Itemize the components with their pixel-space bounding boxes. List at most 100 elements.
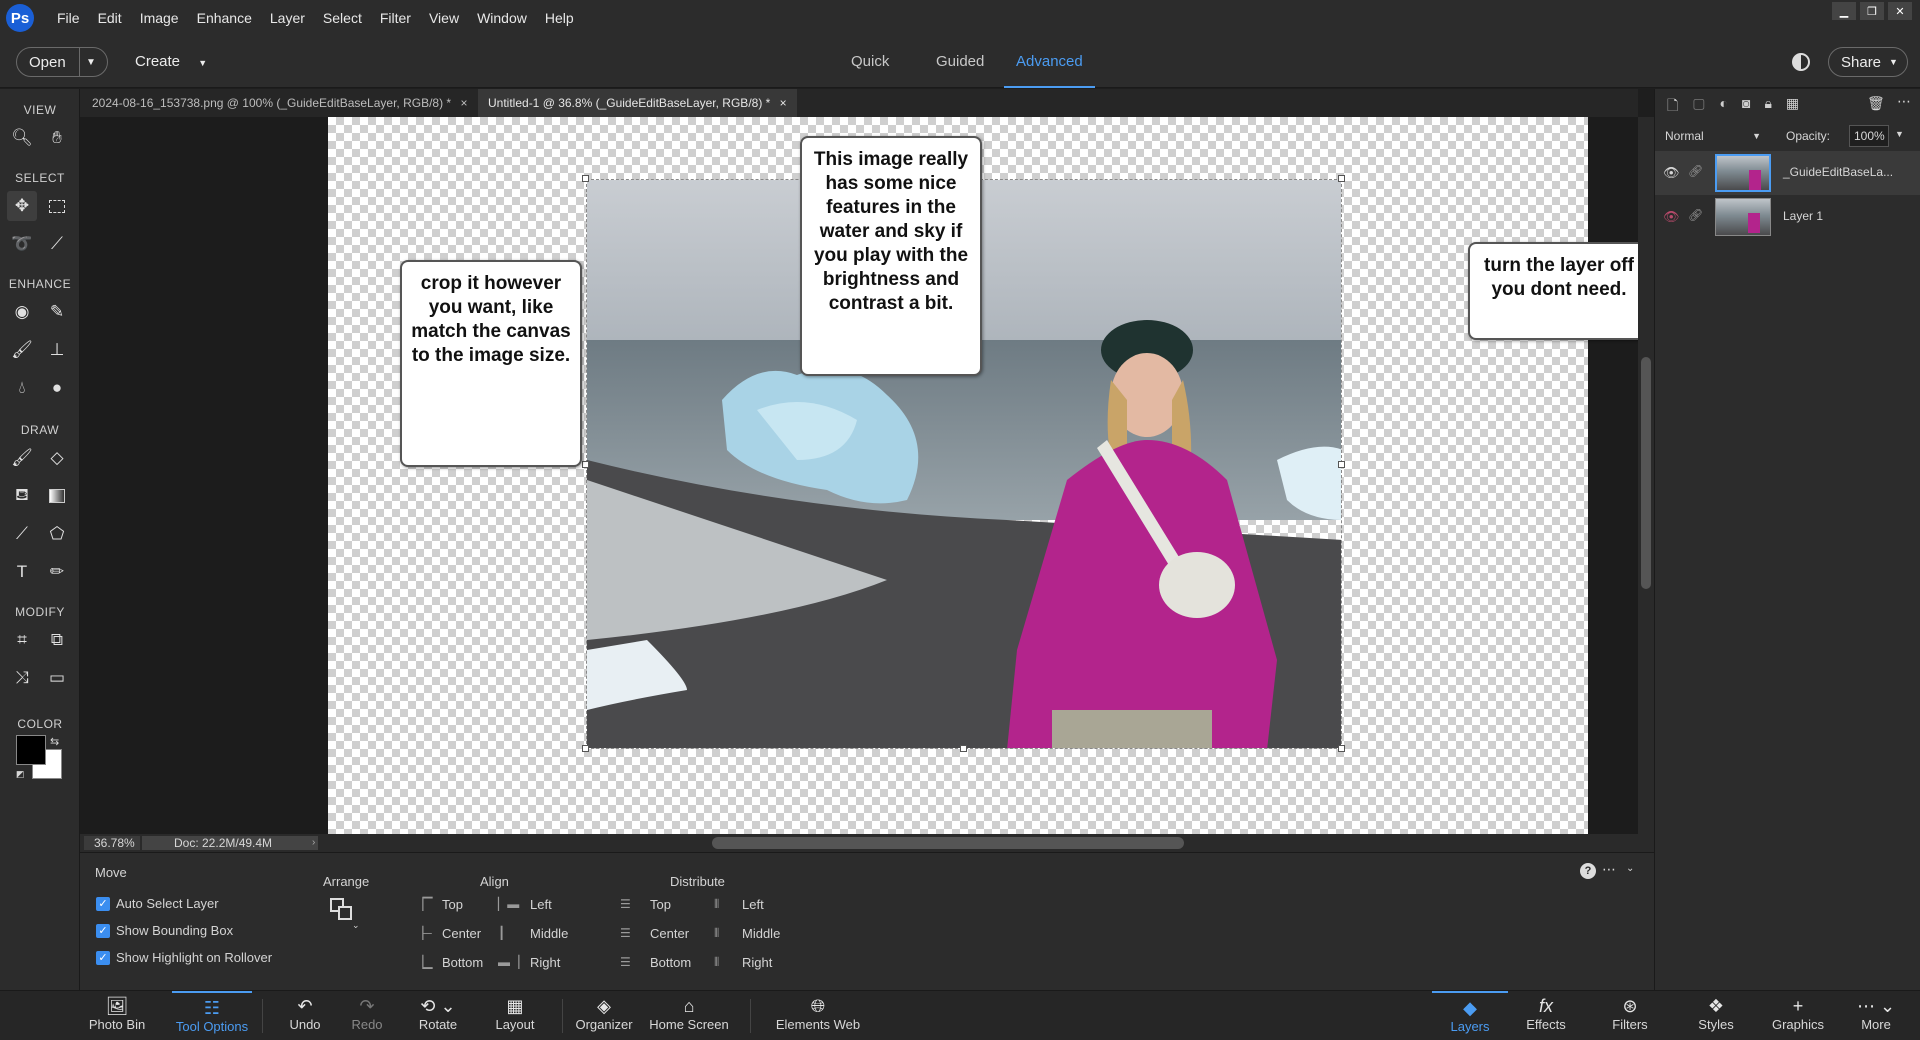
align-top-icon[interactable]: ▕▔: [414, 897, 432, 911]
distribute-bottom-button[interactable]: Bottom: [650, 955, 691, 970]
blend-mode-select[interactable]: Normal ▼: [1663, 125, 1765, 147]
link-icon[interactable]: 🔗︎: [1688, 164, 1703, 178]
align-center-button[interactable]: Center: [442, 926, 481, 941]
theme-toggle-icon[interactable]: [1792, 53, 1810, 71]
effects-button[interactable]: fx Effects: [1516, 991, 1576, 1040]
foreground-color-swatch[interactable]: [16, 735, 46, 765]
more-options-icon[interactable]: ⋯: [1897, 93, 1911, 110]
tab-advanced[interactable]: Advanced: [1004, 36, 1095, 88]
sponge-icon[interactable]: ●: [42, 373, 72, 403]
blur-icon[interactable]: 💧︎: [7, 373, 37, 403]
tab-quick[interactable]: Quick: [851, 36, 889, 88]
transform-handle[interactable]: [1338, 745, 1345, 752]
chevron-down-icon[interactable]: ⌄: [1626, 863, 1634, 874]
distribute-middle-button[interactable]: Middle: [742, 926, 780, 941]
doc-tab-2[interactable]: Untitled-1 @ 36.8% (_GuideEditBaseLayer,…: [478, 89, 797, 117]
create-button[interactable]: Create ▼: [135, 53, 207, 70]
chevron-right-icon[interactable]: ›: [312, 837, 315, 848]
filters-button[interactable]: ⊛ Filters: [1600, 991, 1660, 1040]
document-canvas[interactable]: crop it however you want, like match the…: [328, 117, 1705, 834]
menu-window[interactable]: Window: [468, 0, 536, 36]
zoom-icon[interactable]: 🔍︎: [7, 123, 37, 153]
zoom-level[interactable]: 36.78%: [84, 836, 140, 850]
align-right-icon[interactable]: ▬▕: [498, 955, 519, 969]
content-aware-move-icon[interactable]: ⤨: [7, 663, 37, 693]
close-icon[interactable]: ×: [460, 96, 467, 110]
trash-icon[interactable]: 🗑︎: [1867, 95, 1885, 112]
adjustment-layer-icon[interactable]: ◐: [1720, 95, 1728, 119]
lock-icon[interactable]: 🔒︎: [1764, 95, 1771, 119]
new-group-icon[interactable]: ▢: [1692, 95, 1705, 119]
distribute-left-button[interactable]: Left: [742, 897, 764, 912]
undo-button[interactable]: ↶ Undo: [280, 991, 330, 1040]
vertical-scroll-thumb[interactable]: [1641, 357, 1651, 589]
styles-button[interactable]: ❖ Styles: [1686, 991, 1746, 1040]
doc-tab-1[interactable]: 2024-08-16_153738.png @ 100% (_GuideEdit…: [82, 89, 477, 117]
magic-wand-icon[interactable]: ⟋: [42, 229, 72, 259]
distribute-right-icon[interactable]: ⦀: [714, 955, 728, 969]
smart-brush-icon[interactable]: 🖌︎: [7, 335, 37, 365]
align-top-button[interactable]: Top: [442, 897, 463, 912]
auto-select-checkbox[interactable]: ✓: [96, 897, 110, 911]
recompose-icon[interactable]: ⧉: [42, 625, 72, 655]
restore-icon[interactable]: ❐: [1860, 2, 1884, 20]
type-icon[interactable]: T: [7, 557, 37, 587]
arrange-button[interactable]: ⌄: [330, 898, 360, 930]
menu-file[interactable]: File: [48, 0, 89, 36]
more-options-icon[interactable]: ⋯: [1602, 861, 1616, 878]
lasso-icon[interactable]: ➰: [7, 229, 37, 259]
transform-handle[interactable]: [1338, 175, 1345, 182]
bounding-box-checkbox[interactable]: ✓: [96, 924, 110, 938]
transform-handle[interactable]: [582, 745, 589, 752]
menu-enhance[interactable]: Enhance: [188, 0, 261, 36]
close-icon[interactable]: ✕: [1888, 2, 1912, 20]
help-icon[interactable]: ?: [1580, 863, 1596, 879]
share-button[interactable]: Share ▼: [1828, 47, 1908, 77]
align-left-icon[interactable]: ▏▬: [498, 897, 519, 911]
open-button[interactable]: Open ▼: [16, 47, 108, 77]
elements-web-button[interactable]: 🌐︎ Elements Web: [772, 991, 864, 1040]
menu-view[interactable]: View: [420, 0, 468, 36]
straighten-icon[interactable]: ▭: [42, 663, 72, 693]
minimize-icon[interactable]: ▁: [1832, 2, 1856, 20]
redo-button[interactable]: ↷ Redo: [342, 991, 392, 1040]
more-button[interactable]: ⋯ ⌄ More: [1846, 991, 1906, 1040]
clone-stamp-icon[interactable]: ⊥: [42, 335, 72, 365]
layer-row[interactable]: 👁︎ 🔗︎ _GuideEditBaseLa...: [1655, 151, 1920, 195]
layers-button[interactable]: ◆ Layers: [1432, 991, 1508, 1040]
rotate-button[interactable]: ⟲ ⌄ Rotate: [408, 991, 468, 1040]
align-bottom-icon[interactable]: ▕▁: [414, 955, 432, 969]
chevron-down-icon[interactable]: ▼: [80, 57, 96, 68]
highlight-rollover-checkbox[interactable]: ✓: [96, 951, 110, 965]
align-center-icon[interactable]: ▕─: [414, 926, 432, 940]
vertical-scrollbar[interactable]: [1638, 117, 1654, 834]
distribute-left-icon[interactable]: ⦀: [714, 897, 728, 911]
app-logo-icon[interactable]: Ps: [6, 4, 34, 32]
distribute-right-button[interactable]: Right: [742, 955, 772, 970]
transform-handle[interactable]: [960, 745, 967, 752]
menu-help[interactable]: Help: [536, 0, 583, 36]
distribute-bottom-icon[interactable]: ☰: [620, 955, 634, 969]
tab-guided[interactable]: Guided: [936, 36, 984, 88]
default-colors-icon[interactable]: ◩: [16, 769, 25, 780]
gradient-icon[interactable]: [42, 481, 72, 511]
close-icon[interactable]: ×: [780, 96, 787, 110]
photo-bin-button[interactable]: 🖼︎ Photo Bin: [84, 991, 150, 1040]
menu-filter[interactable]: Filter: [371, 0, 420, 36]
eyedropper-icon[interactable]: ⟋: [7, 519, 37, 549]
chevron-down-icon[interactable]: ▼: [1895, 129, 1904, 139]
distribute-top-button[interactable]: Top: [650, 897, 671, 912]
transform-handle[interactable]: [582, 461, 589, 468]
brush-icon[interactable]: 🖌︎: [7, 443, 37, 473]
crop-icon[interactable]: ⌗: [7, 625, 37, 655]
menu-image[interactable]: Image: [131, 0, 188, 36]
swap-colors-icon[interactable]: ⇆: [50, 735, 59, 748]
menu-edit[interactable]: Edit: [89, 0, 131, 36]
distribute-middle-icon[interactable]: ⦀: [714, 926, 728, 940]
new-layer-icon[interactable]: 🗋: [1667, 95, 1678, 119]
distribute-center-icon[interactable]: ☰: [620, 926, 634, 940]
layout-button[interactable]: ▦ Layout: [490, 991, 540, 1040]
transform-handle[interactable]: [582, 175, 589, 182]
align-right-button[interactable]: Right: [530, 955, 560, 970]
eye-icon[interactable]: 👁︎: [1663, 165, 1680, 181]
